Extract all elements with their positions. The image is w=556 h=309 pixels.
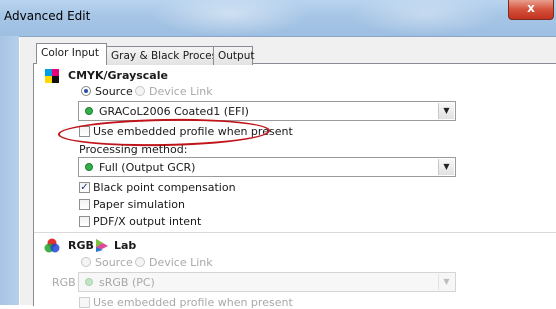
processing-method-label: Processing method: — [79, 143, 188, 156]
cmyk-device-link-label: Device Link — [149, 85, 213, 98]
rgb-source-radio[interactable] — [81, 257, 91, 267]
cmyk-icon — [45, 69, 59, 83]
pdfx-output-intent-label: PDF/X output intent — [93, 215, 202, 228]
rgb-use-embedded-label: Use embedded profile when present — [93, 296, 293, 309]
tab-color-input[interactable]: Color Input — [36, 43, 107, 64]
paper-simulation-label: Paper simulation — [93, 198, 185, 211]
chevron-down-icon[interactable]: ▼ — [438, 103, 454, 119]
rgb-icon — [44, 238, 60, 253]
window-title-bar[interactable]: Advanced Edit x — [0, 0, 556, 36]
rgb-profile-value: sRGB (PC) — [99, 276, 155, 289]
rgb-profile-status-icon — [85, 278, 93, 286]
rgb-device-link-label: Device Link — [149, 256, 213, 269]
section-divider — [34, 232, 556, 233]
black-point-compensation-label: Black point compensation — [93, 181, 236, 194]
rgb-section-title: RGB — [68, 239, 94, 252]
chevron-down-icon[interactable]: ▼ — [438, 159, 454, 175]
processing-status-icon — [85, 163, 93, 171]
profile-status-icon — [85, 107, 93, 115]
black-point-compensation-checkbox[interactable]: ✓ — [79, 182, 90, 193]
tab-gray-black-processing[interactable]: Gray & Black Processing — [106, 46, 239, 65]
cmyk-source-radio[interactable] — [81, 86, 91, 96]
rgb-profile-select[interactable]: sRGB (PC) ▼ — [78, 272, 456, 292]
rgb-device-link-radio[interactable] — [135, 257, 145, 267]
cmyk-profile-value: GRACoL2006 Coated1 (EFI) — [99, 105, 249, 118]
processing-method-select[interactable]: Full (Output GCR) ▼ — [78, 157, 456, 177]
rgb-source-label: Source — [95, 256, 133, 269]
title-glow — [150, 0, 310, 36]
chevron-down-icon[interactable]: ▼ — [438, 274, 454, 290]
cmyk-device-link-radio[interactable] — [135, 86, 145, 96]
window-title: Advanced Edit — [4, 9, 91, 23]
window-frame — [0, 36, 19, 305]
cmyk-source-label: Source — [95, 85, 133, 98]
title-glow — [350, 0, 500, 36]
processing-method-value: Full (Output GCR) — [99, 161, 196, 174]
cmyk-section-title: CMYK/Grayscale — [68, 69, 168, 82]
rgb-use-embedded-checkbox[interactable] — [79, 297, 90, 308]
lab-icon — [96, 239, 108, 252]
lab-section-title: Lab — [114, 239, 137, 252]
paper-simulation-checkbox[interactable] — [79, 199, 90, 210]
close-button[interactable]: x — [508, 0, 554, 20]
cmyk-profile-select[interactable]: GRACoL2006 Coated1 (EFI) ▼ — [78, 101, 456, 121]
tab-output[interactable]: Output — [213, 46, 254, 65]
pdfx-output-intent-checkbox[interactable] — [79, 216, 90, 227]
rgb-row-label: RGB — [52, 276, 76, 289]
